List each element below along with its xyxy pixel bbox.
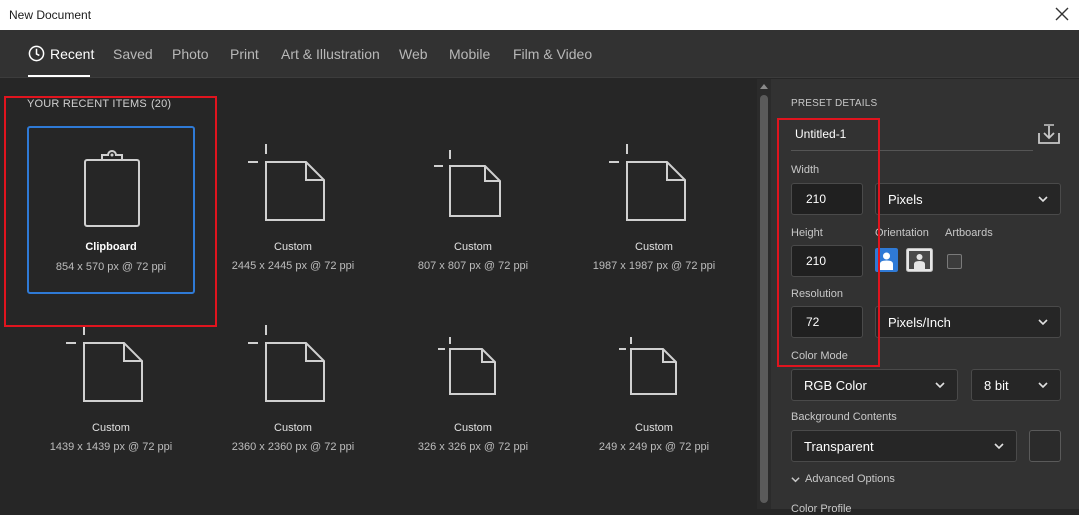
background-contents-value: Transparent	[804, 438, 874, 454]
recent-item-size: 2360 x 2360 px @ 72 ppi	[231, 441, 355, 453]
recent-item-size: 1439 x 1439 px @ 72 ppi	[49, 441, 173, 453]
recent-item-name: Custom	[92, 422, 130, 434]
title-bar: New Document	[0, 0, 1079, 30]
recent-item-name: Custom	[635, 422, 673, 434]
document-icon	[66, 325, 143, 402]
recent-item-custom[interactable]: Custom 249 x 249 px @ 72 ppi	[569, 307, 739, 477]
tab-mobile[interactable]: Mobile	[449, 46, 490, 62]
orientation-label: Orientation	[875, 227, 929, 239]
category-tabs: Recent Saved Photo Print Art & Illustrat…	[0, 30, 1079, 78]
chevron-down-icon	[935, 382, 945, 389]
window-title: New Document	[9, 8, 92, 22]
tab-film-video[interactable]: Film & Video	[513, 46, 592, 62]
chevron-down-icon	[994, 443, 1004, 450]
chevron-down-icon	[1038, 196, 1048, 203]
landscape-orientation-icon[interactable]	[906, 248, 933, 272]
artboards-label: Artboards	[945, 227, 993, 239]
color-mode-select[interactable]: RGB Color	[791, 369, 958, 401]
chevron-down-icon	[1038, 319, 1048, 326]
scroll-thumb[interactable]	[760, 95, 768, 503]
save-preset-icon[interactable]	[1038, 124, 1060, 144]
highlight-box-dimensions	[777, 118, 880, 367]
recent-item-name: Custom	[274, 241, 312, 253]
document-icon	[438, 337, 496, 395]
width-unit-select[interactable]: Pixels	[875, 183, 1061, 215]
document-icon	[609, 144, 686, 221]
recent-item-custom[interactable]: Custom 1439 x 1439 px @ 72 ppi	[26, 307, 196, 477]
recent-item-name: Custom	[454, 241, 492, 253]
recent-item-size: 807 x 807 px @ 72 ppi	[417, 260, 529, 272]
background-contents-label: Background Contents	[791, 411, 897, 423]
tab-photo[interactable]: Photo	[172, 46, 209, 62]
recent-item-size: 326 x 326 px @ 72 ppi	[417, 441, 529, 453]
tab-print[interactable]: Print	[230, 46, 259, 62]
width-unit-value: Pixels	[888, 191, 923, 207]
document-icon	[248, 144, 325, 221]
clock-icon	[28, 45, 45, 62]
recent-item-custom[interactable]: Custom 1987 x 1987 px @ 72 ppi	[569, 126, 739, 296]
artboards-checkbox[interactable]	[947, 254, 962, 269]
recent-item-name: Custom	[454, 422, 492, 434]
color-profile-label: Color Profile	[791, 503, 852, 515]
resolution-unit-value: Pixels/Inch	[888, 314, 951, 330]
tab-saved[interactable]: Saved	[113, 46, 153, 62]
highlight-box-recent	[4, 96, 217, 327]
advanced-options-toggle[interactable]: Advanced Options	[791, 473, 895, 485]
chevron-down-icon	[1038, 382, 1048, 389]
advanced-options-label: Advanced Options	[805, 473, 895, 485]
recent-item-custom[interactable]: Custom 2445 x 2445 px @ 72 ppi	[208, 126, 378, 296]
recent-item-custom[interactable]: Custom 807 x 807 px @ 72 ppi	[388, 126, 558, 296]
recent-item-size: 2445 x 2445 px @ 72 ppi	[231, 260, 355, 272]
recent-item-name: Custom	[635, 241, 673, 253]
document-icon	[434, 150, 501, 217]
resolution-unit-select[interactable]: Pixels/Inch	[875, 306, 1061, 338]
bit-depth-value: 8 bit	[984, 377, 1009, 393]
document-icon	[248, 325, 325, 402]
bit-depth-select[interactable]: 8 bit	[971, 369, 1061, 401]
background-contents-select[interactable]: Transparent	[791, 430, 1017, 462]
recent-item-size: 1987 x 1987 px @ 72 ppi	[592, 260, 716, 272]
preset-details-title: PRESET DETAILS	[791, 98, 878, 109]
recent-item-name: Custom	[274, 422, 312, 434]
chevron-down-icon	[791, 476, 800, 482]
scroll-up-arrow-icon[interactable]	[760, 84, 768, 89]
tab-art-illustration[interactable]: Art & Illustration	[281, 46, 380, 62]
color-mode-value: RGB Color	[804, 377, 867, 393]
document-icon	[619, 337, 677, 395]
recent-items-scrollbar[interactable]	[757, 79, 771, 509]
recent-item-custom[interactable]: Custom 326 x 326 px @ 72 ppi	[388, 307, 558, 477]
background-color-swatch[interactable]	[1029, 430, 1061, 462]
close-icon[interactable]	[1054, 6, 1070, 22]
tab-recent[interactable]: Recent	[50, 46, 94, 62]
recent-item-size: 249 x 249 px @ 72 ppi	[598, 441, 710, 453]
active-tab-indicator	[28, 75, 90, 77]
tab-web[interactable]: Web	[399, 46, 428, 62]
recent-item-custom[interactable]: Custom 2360 x 2360 px @ 72 ppi	[208, 307, 378, 477]
